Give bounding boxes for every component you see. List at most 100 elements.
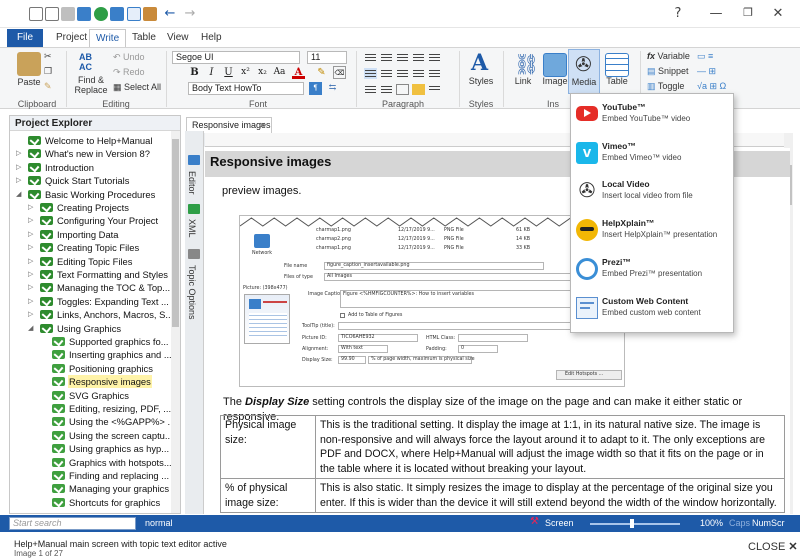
forward-arrow-icon[interactable]: → — [182, 6, 198, 21]
font-size-select[interactable]: 11 — [307, 51, 347, 64]
expand-icon[interactable]: ▷ — [28, 295, 33, 308]
save-all-icon[interactable] — [77, 7, 91, 21]
paragraph-style-select[interactable]: Body Text HowTo — [188, 82, 304, 95]
expand-icon[interactable]: ▷ — [28, 228, 33, 241]
style-editor-icon[interactable]: ¶ — [309, 82, 322, 95]
tab-write[interactable]: Write — [89, 29, 127, 47]
topic-heading[interactable]: Responsive images — [210, 154, 331, 169]
side-tab-editor[interactable]: Editor — [187, 171, 197, 195]
tab-table[interactable]: Table — [126, 29, 162, 47]
expand-icon[interactable]: ▷ — [28, 214, 33, 227]
table-icon[interactable] — [127, 7, 141, 21]
tree-item[interactable]: ▷ Text Formatting and Styles — [10, 268, 172, 281]
help-button[interactable]: ? — [670, 6, 686, 21]
justify-icon[interactable] — [412, 68, 425, 79]
tree-item[interactable]: ◢ Basic Working Procedures — [10, 188, 172, 201]
screen-label[interactable]: Screen — [545, 518, 574, 528]
tree-item[interactable]: ▷ Editing Topic Files — [10, 255, 172, 268]
menu-item-youtube[interactable]: YouTube™ Embed YouTube™ video — [571, 97, 735, 135]
image-icon[interactable] — [543, 53, 567, 77]
comment-icon[interactable]: ▭ ≡ — [697, 51, 713, 62]
tree-item[interactable]: Managing your graphics — [10, 482, 172, 495]
find-replace-label[interactable]: Find & Replace — [71, 75, 111, 95]
variable-button[interactable]: fx Variable — [647, 51, 690, 61]
image-label[interactable]: Image — [538, 76, 572, 86]
link-label[interactable]: Link — [508, 76, 538, 86]
pilcrow-icon[interactable] — [428, 52, 441, 63]
dropdown-icon[interactable] — [110, 7, 124, 21]
expand-icon[interactable]: ▷ — [16, 147, 21, 160]
tree-item[interactable]: ▷ Quick Start Tutorials — [10, 174, 172, 187]
menu-item-prezi[interactable]: Prezi™ Embed Prezi™ presentation — [571, 252, 735, 290]
tree-item[interactable]: ▷ Importing Data — [10, 228, 172, 241]
tab-help[interactable]: Help — [195, 29, 228, 47]
search-input[interactable]: Start search — [9, 517, 136, 530]
tree-item[interactable]: Finding and replacing ... — [10, 469, 172, 482]
styles-label[interactable]: Styles — [463, 76, 499, 86]
table-cell-term[interactable]: % of physical image size: — [220, 478, 316, 513]
line-spacing-icon[interactable] — [428, 68, 441, 79]
expand-icon[interactable]: ▷ — [28, 201, 33, 214]
tree-item[interactable]: ▷ What's new in Version 8? — [10, 147, 172, 160]
highlight-icon[interactable]: ✎ — [315, 66, 328, 79]
side-tab-topic-options[interactable]: Topic Options — [187, 265, 197, 320]
borders-icon[interactable] — [396, 84, 409, 95]
back-arrow-icon[interactable]: ← — [162, 6, 178, 21]
tree-item[interactable]: ▷ Introduction — [10, 161, 172, 174]
select-all-button[interactable]: ▦ Select All — [113, 82, 161, 93]
copy-icon[interactable]: ❐ — [44, 66, 52, 77]
new-doc-icon[interactable] — [45, 7, 59, 21]
align-center-icon[interactable] — [380, 68, 393, 79]
indent-icon[interactable] — [412, 52, 425, 63]
font-color-button[interactable]: A — [292, 66, 305, 79]
new-file-icon[interactable] — [29, 7, 43, 21]
expand-icon[interactable]: ▷ — [28, 308, 33, 321]
tree-item[interactable]: ▷ Managing the TOC & Top... — [10, 281, 172, 294]
minimize-button[interactable]: — — [708, 6, 724, 21]
expand-icon[interactable]: ▷ — [28, 241, 33, 254]
format-painter-icon[interactable]: ✎ — [44, 81, 52, 92]
media-button[interactable]: ✇ Media — [568, 49, 600, 94]
hr-icon[interactable]: — ⊞ — [697, 66, 716, 77]
menu-item-local-video[interactable]: ✇ Local Video Insert local video from fi… — [571, 174, 735, 212]
outdent-icon[interactable] — [396, 52, 409, 63]
tree-scrollbar[interactable] — [171, 131, 180, 513]
side-tab-xml[interactable]: XML — [187, 219, 197, 238]
expand-icon[interactable]: ▷ — [28, 281, 33, 294]
tree-item[interactable]: Graphics with hotspots... — [10, 456, 172, 469]
menu-item-vimeo[interactable]: v Vimeo™ Embed Vimeo™ video — [571, 136, 735, 174]
styles-icon[interactable]: A — [471, 50, 488, 76]
zoom-slider-thumb[interactable] — [630, 519, 634, 528]
table-label[interactable]: Table — [600, 76, 634, 86]
restore-button[interactable]: ❐ — [740, 6, 756, 19]
refresh-icon[interactable] — [94, 7, 108, 21]
tree-item[interactable]: Using graphics as hyp... — [10, 442, 172, 455]
symbol-icon[interactable]: √a ⊞ Ω — [697, 81, 726, 92]
underline-button[interactable]: U — [222, 66, 235, 79]
tree-item[interactable]: Welcome to Help+Manual — [10, 134, 172, 147]
tab-file[interactable]: File — [7, 29, 43, 47]
snippet-button[interactable]: ▤ Snippet — [647, 66, 689, 77]
tree-item[interactable]: Supported graphics fo... — [10, 335, 172, 348]
bullet-list-icon[interactable] — [364, 52, 377, 63]
zoom-slider[interactable] — [590, 519, 680, 528]
expand-icon[interactable]: ▷ — [16, 174, 21, 187]
tree-item[interactable]: ▷ Toggles: Expanding Text ... — [10, 295, 172, 308]
close-tab-icon[interactable]: ✕ — [259, 118, 266, 133]
expand-icon[interactable]: ▷ — [28, 255, 33, 268]
tree-item[interactable]: Positioning graphics — [10, 362, 172, 375]
align-right-icon[interactable] — [396, 68, 409, 79]
size-options-table[interactable]: Physical image size: This is the traditi… — [220, 415, 785, 513]
tree-item[interactable]: Inserting graphics and ... — [10, 348, 172, 361]
clear-format-icon[interactable]: ⌫ — [333, 66, 346, 79]
table-cell-desc[interactable]: This is the traditional setting. It disp… — [315, 415, 785, 479]
intro-fragment[interactable]: preview images. — [222, 184, 301, 199]
save-icon[interactable] — [61, 7, 75, 21]
tree-item[interactable]: SVG Graphics — [10, 389, 172, 402]
tab-view[interactable]: View — [161, 29, 195, 47]
superscript-button[interactable]: x² — [239, 66, 252, 79]
tree-item[interactable]: ▷ Configuring Your Project — [10, 214, 172, 227]
link-icon[interactable]: ⛓ — [514, 52, 539, 77]
paste-label[interactable]: Paste — [12, 77, 46, 87]
cut-icon[interactable]: ✂ — [44, 51, 52, 62]
